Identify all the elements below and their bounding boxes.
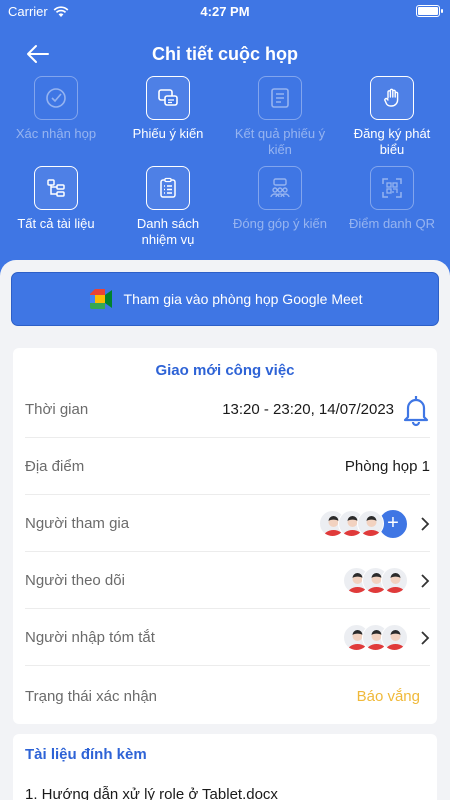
app-header: Chi tiết cuộc họp <box>0 36 450 72</box>
action-label: Danh sách nhiệm vụ <box>136 216 200 247</box>
followers-row[interactable]: Người theo dõi <box>25 553 430 609</box>
action-qr-attendance[interactable]: Điểm danh QR <box>336 166 448 232</box>
summary-writer-avatars <box>343 624 408 651</box>
time-row: Thời gian 13:20 - 23:20, 14/07/2023 <box>25 382 430 438</box>
chevron-right-icon <box>421 573 430 588</box>
attachments-card: Tài liệu đính kèm 1. Hướng dẫn xử lý rol… <box>13 734 437 800</box>
clock: 4:27 PM <box>200 4 250 19</box>
page-title: Chi tiết cuộc họp <box>152 44 298 64</box>
join-google-meet-label: Tham gia vào phòng họp Google Meet <box>123 291 363 307</box>
attachment-file-link[interactable]: 1. Hướng dẫn xử lý role ở Tablet.docx <box>25 786 278 800</box>
avatar <box>381 567 408 594</box>
confirm-status-row: Trạng thái xác nhận Báo vắng <box>25 668 430 724</box>
action-register-speak[interactable]: Đăng ký phát biểu <box>336 76 448 158</box>
participants-avatars: + <box>319 508 408 539</box>
bell-icon[interactable] <box>402 393 430 427</box>
followers-avatars <box>343 567 408 594</box>
action-form-results[interactable]: Kết quả phiếu ý kiến <box>224 76 336 158</box>
action-label: Phiếu ý kiến <box>132 126 204 141</box>
check-circle-icon <box>34 76 78 120</box>
action-label: Đóng góp ý kiến <box>233 216 327 231</box>
meeting-info-card: Giao mới công việc Thời gian 13:20 - 23:… <box>13 348 437 724</box>
status-bar: Carrier 4:27 PM <box>0 0 450 24</box>
clipboard-list-icon <box>146 166 190 210</box>
confirm-status-label: Trạng thái xác nhận <box>25 687 158 705</box>
participants-row[interactable]: Người tham gia + <box>25 496 430 552</box>
action-label: Tất cả tài liệu <box>17 216 95 231</box>
action-confirm-meeting[interactable]: Xác nhận họp <box>0 76 112 142</box>
join-google-meet-button[interactable]: Tham gia vào phòng họp Google Meet <box>11 272 439 326</box>
summary-writer-label: Người nhập tóm tắt <box>25 629 155 646</box>
summary-writer-row[interactable]: Người nhập tóm tắt <box>25 610 430 666</box>
action-contribute-opinion[interactable]: Đóng góp ý kiến <box>224 166 336 232</box>
location-row: Địa điểm Phòng họp 1 <box>25 439 430 495</box>
action-all-documents[interactable]: Tất cả tài liệu <box>0 166 112 232</box>
time-label: Thời gian <box>25 401 89 418</box>
avatar <box>357 510 384 537</box>
battery-icon <box>416 5 443 17</box>
location-value: Phòng họp 1 <box>344 458 430 475</box>
form-results-icon <box>258 76 302 120</box>
action-label: Kết quả phiếu ý kiến <box>234 126 326 157</box>
action-label: Điểm danh QR <box>349 216 435 231</box>
chevron-right-icon <box>421 516 430 531</box>
action-task-list[interactable]: Danh sách nhiệm vụ <box>112 166 224 248</box>
time-value: 13:20 - 23:20, 14/07/2023 <box>222 401 394 418</box>
confirm-status-value: Báo vắng <box>356 687 420 705</box>
action-label: Đăng ký phát biểu <box>353 126 431 157</box>
location-label: Địa điểm <box>25 458 85 475</box>
participants-label: Người tham gia <box>25 515 130 532</box>
attachments-title: Tài liệu đính kèm <box>25 746 147 763</box>
chat-form-icon <box>146 76 190 120</box>
action-label: Xác nhận họp <box>15 126 97 141</box>
detail-sheet: Tham gia vào phòng họp Google Meet Giao … <box>0 260 450 800</box>
action-opinion-form[interactable]: Phiếu ý kiến <box>112 76 224 142</box>
followers-label: Người theo dõi <box>25 572 125 589</box>
document-tree-icon <box>34 166 78 210</box>
google-meet-icon <box>89 289 112 309</box>
group-feedback-icon <box>258 166 302 210</box>
qr-scan-icon <box>370 166 414 210</box>
chevron-right-icon <box>421 630 430 645</box>
avatar <box>381 624 408 651</box>
raised-hand-icon <box>370 76 414 120</box>
